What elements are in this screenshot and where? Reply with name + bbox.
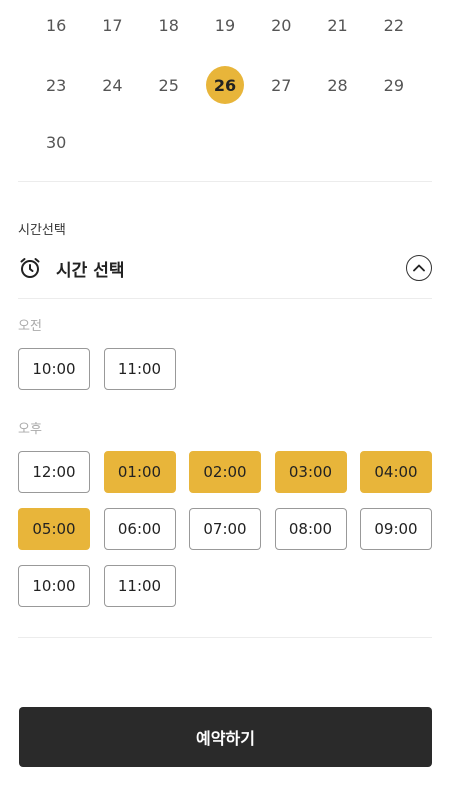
calendar-day[interactable]: 27 <box>253 65 309 105</box>
time-slot[interactable]: 09:00 <box>360 508 432 550</box>
alarm-clock-icon <box>20 258 40 278</box>
calendar-day[interactable]: 28 <box>309 65 365 105</box>
time-slot[interactable]: 07:00 <box>189 508 261 550</box>
am-slot-row: 10:00 11:00 <box>18 348 176 390</box>
pm-label: 오후 <box>18 422 42 437</box>
time-slot-selected[interactable]: 05:00 <box>18 508 90 550</box>
time-slot[interactable]: 11:00 <box>103 565 176 607</box>
calendar-day[interactable]: 21 <box>309 5 365 45</box>
time-slot-selected[interactable]: 02:00 <box>189 451 261 493</box>
calendar-day[interactable]: 24 <box>84 65 140 105</box>
time-slot[interactable]: 12:00 <box>18 451 90 493</box>
time-slot[interactable]: 08:00 <box>274 508 347 550</box>
collapse-toggle-button[interactable] <box>406 255 432 281</box>
calendar-day[interactable]: 17 <box>84 5 140 45</box>
time-selector-title: 시간 선택 <box>56 260 125 281</box>
calendar-day[interactable]: 22 <box>366 5 422 45</box>
pm-slot-row: 10:00 11:00 <box>18 565 176 607</box>
time-slot-selected[interactable]: 04:00 <box>360 451 432 493</box>
section-divider <box>18 637 432 638</box>
calendar-day[interactable]: 29 <box>366 65 422 105</box>
time-slot-selected[interactable]: 01:00 <box>103 451 176 493</box>
pm-slot-row: 12:00 01:00 02:00 03:00 04:00 <box>18 451 432 493</box>
calendar-day[interactable]: 19 <box>197 5 253 45</box>
time-slot[interactable]: 10:00 <box>18 565 90 607</box>
section-divider <box>18 181 432 182</box>
time-selector-header: 시간 선택 <box>18 250 432 286</box>
time-section-caption: 시간선택 <box>18 223 66 238</box>
calendar-day[interactable]: 23 <box>28 65 84 105</box>
time-slot[interactable]: 06:00 <box>103 508 176 550</box>
calendar-day[interactable]: 25 <box>141 65 197 105</box>
reserve-button[interactable]: 예약하기 <box>19 707 432 767</box>
section-divider <box>18 298 432 299</box>
time-slot-selected[interactable]: 03:00 <box>274 451 347 493</box>
pm-slot-row: 05:00 06:00 07:00 08:00 09:00 <box>18 508 432 550</box>
calendar-week-row: 30 <box>28 122 422 162</box>
calendar-day[interactable]: 20 <box>253 5 309 45</box>
chevron-up-icon <box>413 264 425 272</box>
calendar-day[interactable]: 30 <box>28 122 84 162</box>
calendar-day[interactable]: 18 <box>141 5 197 45</box>
calendar-week-row: 23 24 25 26 27 28 29 <box>28 65 422 105</box>
am-label: 오전 <box>18 319 42 334</box>
calendar-day[interactable]: 16 <box>28 5 84 45</box>
time-slot[interactable]: 10:00 <box>18 348 90 390</box>
time-slot[interactable]: 11:00 <box>103 348 176 390</box>
calendar-week-row: 16 17 18 19 20 21 22 <box>28 5 422 45</box>
calendar-day-selected[interactable]: 26 <box>197 65 253 105</box>
